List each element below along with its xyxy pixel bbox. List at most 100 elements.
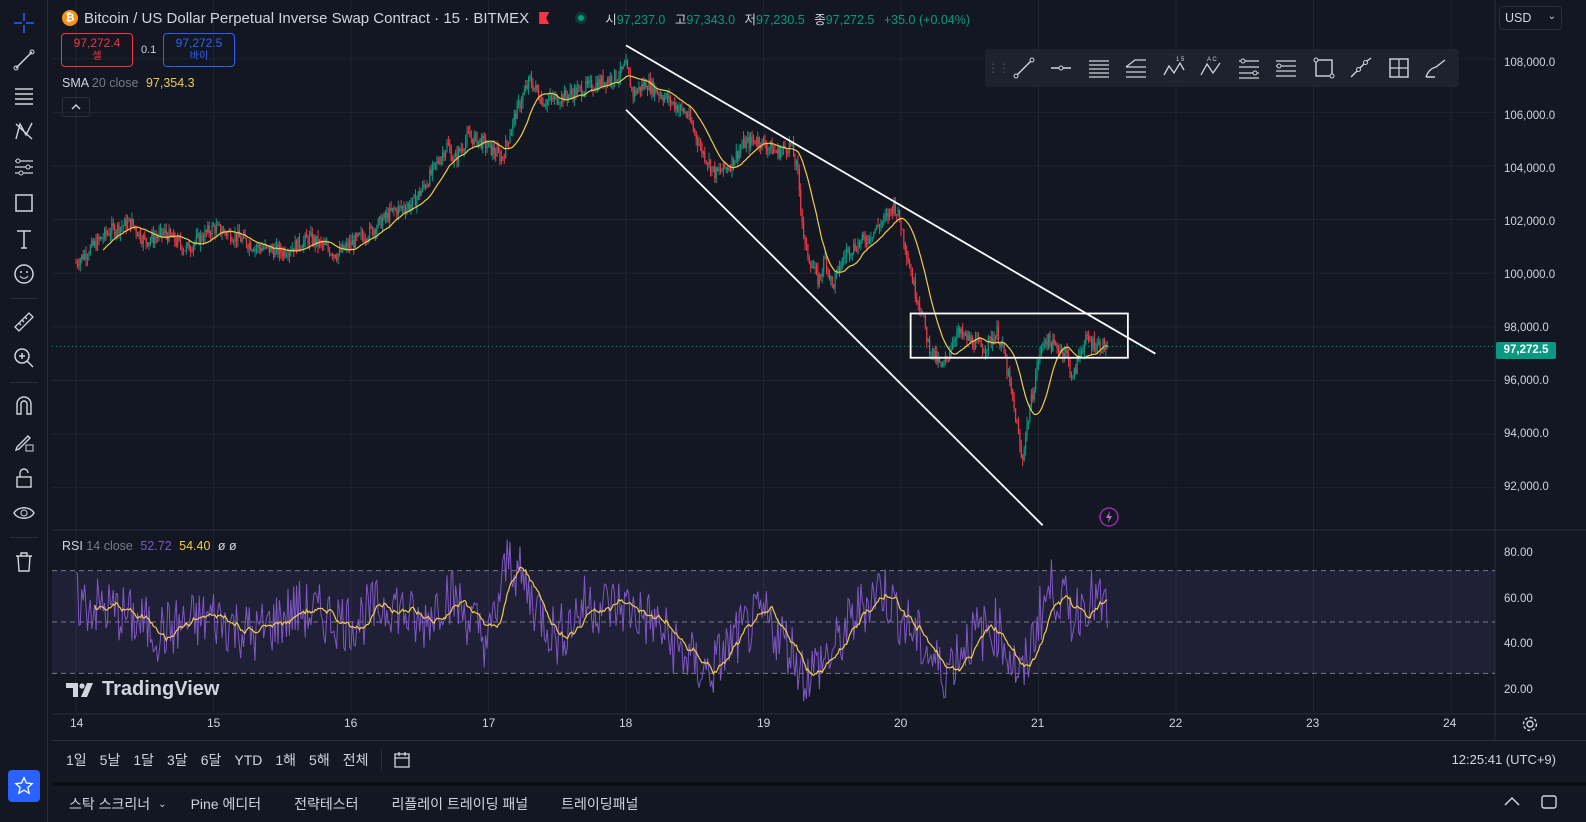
forecast-icon[interactable] [8,151,40,183]
ray-icon[interactable] [1043,51,1081,85]
candle-body [235,233,238,242]
rsi-legend[interactable]: RSI 14 close 52.72 54.40 ø ø [62,539,237,553]
sell-button[interactable]: 97,272.4 셀 [61,33,133,67]
candle-body [993,338,995,343]
collapse-legend-button[interactable] [62,97,90,117]
tradingview-logo: TradingView [66,678,219,701]
fib-extension-icon[interactable] [1268,51,1306,85]
trash-icon[interactable] [8,546,40,578]
lock-drawing-icon[interactable] [8,426,40,458]
ruler-icon[interactable] [8,306,40,338]
candle-body [535,85,537,88]
currency-select[interactable]: USD ⌄ [1499,6,1562,30]
candle-body [715,167,717,179]
candle-body [371,227,374,235]
eye-icon[interactable] [8,497,40,529]
candle-body [1033,390,1035,400]
candle-body [996,326,998,336]
candle-body [851,252,853,256]
long-position-icon[interactable] [1380,51,1418,85]
tab-replay-trading[interactable]: 리플레이 트레이딩 패널 [392,794,529,814]
path-icon[interactable] [1343,51,1381,85]
lock-icon[interactable] [8,462,40,494]
candle-body [124,219,126,226]
candle-body [485,138,487,149]
zoom-icon[interactable] [8,342,40,374]
range-ytd[interactable]: YTD [234,752,262,768]
price-chart[interactable] [52,0,1586,740]
chevron-up-icon[interactable] [1502,792,1522,812]
candle-body [99,237,101,240]
candle-body [351,239,354,246]
range-6m[interactable]: 6달 [201,750,222,770]
candle-body [164,229,166,234]
fib-retracement-icon[interactable] [1230,51,1268,85]
candle-body [414,195,417,207]
shapes-icon[interactable] [8,187,40,219]
tab-pine-editor[interactable]: Pine 에디터 [191,794,262,814]
range-3m[interactable]: 3달 [167,750,188,770]
candle-body [102,238,104,240]
candle-body [937,358,939,363]
maximize-icon[interactable] [1539,792,1559,812]
tradingview-app: ₿ Bitcoin / US Dollar Perpetual Inverse … [0,0,1586,822]
tab-strategy-tester[interactable]: 전략테스터 [294,794,358,814]
range-5y[interactable]: 5해 [309,750,330,770]
chevron-down-icon[interactable]: ⌄ [158,799,166,810]
candle-body [943,361,945,365]
range-5d[interactable]: 5날 [100,750,121,770]
calendar-icon[interactable] [392,750,412,770]
tab-stock-screener[interactable]: 스탁 스크리너 [69,794,150,814]
candle-body [712,166,714,168]
range-all[interactable]: 전체 [343,750,369,770]
candle-body [625,60,627,65]
time-axis-label: 19 [757,716,771,730]
candle-body [1022,456,1024,460]
emoji-icon[interactable] [8,258,40,290]
range-1d[interactable]: 1일 [66,750,87,770]
candle-body [795,161,798,165]
drag-handle-icon[interactable]: ⋮⋮ [987,58,1010,78]
watchlist-star-icon[interactable] [8,770,40,802]
candle-body [588,80,590,84]
trendline-icon[interactable] [1005,51,1043,85]
lightning-icon[interactable] [1098,506,1120,528]
candle-body [871,237,873,239]
flat-channel-icon[interactable] [1118,51,1156,85]
candle-body [956,332,958,339]
magnet-icon[interactable] [8,390,40,422]
tab-trading-panel[interactable]: 트레이딩패널 [561,794,638,814]
symbol-title[interactable]: Bitcoin / US Dollar Perpetual Inverse Sw… [84,10,529,27]
abcd-icon[interactable]: A C [1193,51,1231,85]
chart-area[interactable] [52,0,1586,778]
range-1m[interactable]: 1달 [133,750,154,770]
brush-icon[interactable] [1418,51,1456,85]
candle-body [288,251,291,256]
rectangle-icon[interactable] [1305,51,1343,85]
parallel-channel-icon[interactable] [1080,51,1118,85]
candle-body [463,149,465,151]
range-1y[interactable]: 1해 [275,750,296,770]
candle-body [850,255,852,257]
candle-body [1000,343,1002,346]
buy-button[interactable]: 97,272.5 바이 [163,33,235,67]
crosshair-icon[interactable] [8,7,40,39]
candle-body [780,150,782,159]
gear-icon[interactable] [1521,715,1539,733]
candle-body [446,142,448,152]
xabcd-icon[interactable]: 1 5 [1155,51,1193,85]
candle-body [255,247,258,249]
candle-body [424,185,427,188]
clock[interactable]: 12:25:41 (UTC+9) [1452,752,1556,767]
text-icon[interactable] [8,223,40,255]
trendline-icon[interactable] [8,44,40,76]
candle-body [628,67,630,75]
sma-legend[interactable]: SMA 20 close 97,354.3 [62,76,195,90]
price-axis-label: 104,000.0 [1504,163,1556,175]
fib-icon[interactable] [8,80,40,112]
flag-icon[interactable] [539,12,550,24]
drawing-toolbar[interactable]: ⋮⋮ 1 5 A C [985,49,1459,87]
pattern-icon[interactable] [8,115,40,147]
candle-body [231,241,233,243]
symbol-header[interactable]: ₿ Bitcoin / US Dollar Perpetual Inverse … [62,8,976,28]
